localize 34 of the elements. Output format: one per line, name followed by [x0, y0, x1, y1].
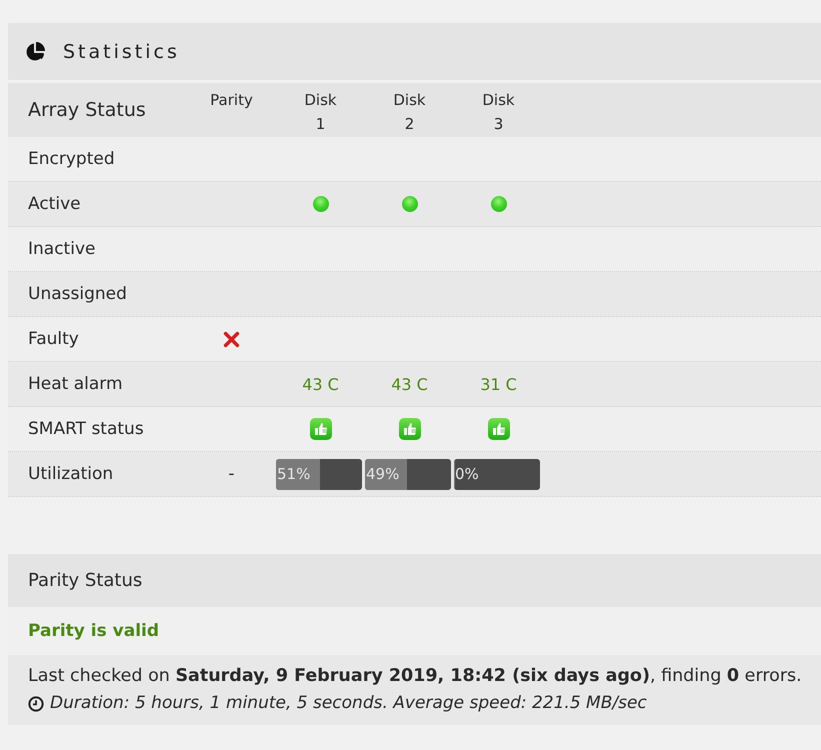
column-header: Disk 1	[304, 90, 337, 135]
duration-text: Duration: 5 hours, 1 minute, 5 seconds. Average speed: 221.5 MB/sec	[50, 692, 647, 715]
temperature-value: 43 C	[302, 374, 339, 394]
row-label: Active	[27, 194, 81, 214]
temperature-value: 31 C	[480, 374, 517, 394]
row-label: SMART status	[27, 419, 144, 439]
percent-label: 49%	[365, 465, 400, 483]
percent-label: 0%	[454, 465, 479, 483]
row-label: Faulty	[27, 329, 79, 349]
cross-icon	[223, 330, 240, 348]
row-label: Encrypted	[27, 149, 115, 169]
column-header: Disk 3	[482, 90, 515, 135]
last-checked-text: Last checked on Saturday, 9 February 2019, 18:42 (six days ago), finding 0 errors.	[28, 665, 803, 688]
row-label: Unassigned	[27, 284, 127, 304]
row-label: Utilization	[27, 464, 114, 484]
row-label: Inactive	[27, 239, 96, 259]
section-title: Statistics	[63, 40, 180, 62]
parity-status-text: Parity is valid	[28, 620, 160, 640]
table-title: Array Status	[27, 99, 146, 121]
status-dot-icon	[490, 196, 506, 212]
cell-text: -	[228, 464, 235, 484]
column-header: Parity	[210, 90, 253, 111]
pie-chart-icon	[25, 42, 45, 62]
percent-label: 51%	[276, 465, 310, 483]
column-header: Disk 2	[393, 90, 426, 135]
thumbs-up-icon	[398, 418, 420, 440]
row-label: Heat alarm	[27, 374, 123, 394]
thumbs-up-icon	[310, 418, 332, 440]
status-dot-icon	[402, 196, 418, 212]
clock-icon	[28, 696, 44, 712]
section-title: Parity Status	[28, 570, 142, 591]
thumbs-up-icon	[488, 418, 510, 440]
status-dot-icon	[312, 196, 328, 212]
temperature-value: 43 C	[391, 374, 428, 394]
